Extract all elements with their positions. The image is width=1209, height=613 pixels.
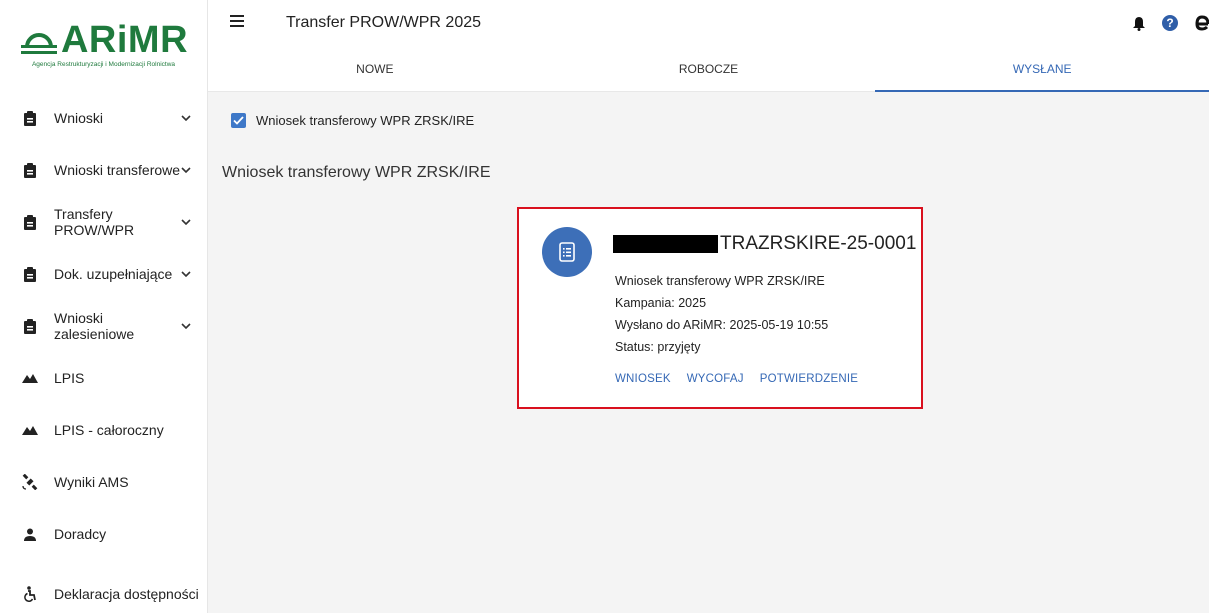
application-number: TRAZRSKIRE-25-0001 — [720, 233, 917, 254]
chevron-down-icon[interactable] — [181, 323, 195, 329]
sidebar-item-label: Doradcy — [54, 526, 107, 542]
terrain-icon — [22, 369, 38, 387]
section-title: Wniosek transferowy WPR ZRSK/IRE — [222, 164, 491, 181]
bell-icon[interactable] — [1133, 16, 1145, 31]
sent-date-text: Wysłano do ARiMR: 2025-05-19 10:55 — [615, 318, 829, 332]
main-content: Wniosek transferowy WPR ZRSK/IRE Wniosek… — [208, 93, 1209, 613]
clipboard-icon — [22, 213, 38, 231]
sidebar-item-label: Wnioski transferowe — [54, 162, 181, 178]
sidebar-item-doradcy[interactable]: Doradcy — [0, 508, 207, 560]
sidebar-item-label: Wnioski zalesieniowe — [54, 310, 135, 342]
filter-checkbox[interactable] — [231, 113, 246, 128]
redacted-identifier — [613, 235, 718, 253]
sidebar-item-label: Dok. uzupełniające — [54, 266, 173, 282]
view-application-button[interactable]: WNIOSEK — [615, 373, 671, 385]
sidebar-item-label: Wnioski — [54, 110, 104, 126]
application-type: Wniosek transferowy WPR ZRSK/IRE — [615, 274, 825, 288]
sidebar-item-deklaracja[interactable]: Deklaracja dostępności — [0, 568, 207, 613]
sidebar-item-lpis[interactable]: LPIS — [0, 352, 207, 404]
satellite-icon — [22, 473, 38, 491]
sidebar-item-label: LPIS — [54, 370, 85, 386]
confirmation-button[interactable]: POTWIERDZENIE — [760, 373, 858, 385]
tab-wyslane[interactable]: WYSŁANE — [875, 46, 1209, 92]
card-title: TRAZRSKIRE-25-0001 — [613, 233, 916, 255]
sidebar-item-dok-uzupelniajace[interactable]: Dok. uzupełniające — [0, 248, 207, 300]
chevron-down-icon[interactable] — [181, 219, 195, 225]
document-list-icon — [542, 227, 592, 277]
person-icon — [22, 525, 38, 543]
filter-row: Wniosek transferowy WPR ZRSK/IRE — [231, 113, 474, 128]
sidebar-item-wnioski-zalesieniowe[interactable]: Wnioski zalesieniowe — [0, 300, 207, 352]
brand-logo[interactable]: ARiMR Agencja Restrukturyzacji i Moderni… — [0, 0, 207, 84]
withdraw-button[interactable]: WYCOFAJ — [687, 373, 744, 385]
application-card: TRAZRSKIRE-25-0001 Wniosek transferowy W… — [517, 207, 923, 409]
menu-icon[interactable] — [230, 14, 250, 32]
sidebar-item-label: LPIS - całoroczny — [54, 422, 164, 438]
clipboard-icon — [22, 161, 38, 179]
card-actions: WNIOSEK WYCOFAJ POTWIERDZENIE — [615, 373, 858, 385]
account-icon[interactable] — [1195, 14, 1209, 32]
terrain-icon — [22, 421, 38, 439]
sidebar-item-transfery[interactable]: Transfery PROW/WPR — [0, 196, 207, 248]
clipboard-icon — [22, 109, 38, 127]
clipboard-icon — [22, 317, 38, 335]
app-header: Transfer PROW/WPR 2025 ? — [208, 0, 1209, 46]
sidebar-item-wyniki-ams[interactable]: Wyniki AMS — [0, 456, 207, 508]
brand-name: ARiMR — [60, 18, 189, 61]
card-details: Wniosek transferowy WPR ZRSK/IRE Kampani… — [615, 270, 828, 358]
header-actions: ? — [1133, 14, 1209, 32]
status-tabs: NOWE ROBOCZE WYSŁANE — [208, 46, 1209, 92]
sidebar-item-wnioski-transferowe[interactable]: Wnioski transferowe — [0, 144, 207, 196]
page-title: Transfer PROW/WPR 2025 — [286, 14, 482, 31]
sidebar-nav: Wnioski Wnioski transferowe Transfery PR… — [0, 92, 207, 613]
clipboard-icon — [22, 265, 38, 283]
filter-label: Wniosek transferowy WPR ZRSK/IRE — [256, 113, 475, 128]
campaign-text: Kampania: 2025 — [615, 296, 707, 310]
sidebar-item-label: Wyniki AMS — [54, 474, 129, 490]
tab-nowe[interactable]: NOWE — [208, 46, 542, 91]
help-icon[interactable]: ? — [1161, 14, 1179, 32]
chevron-down-icon[interactable] — [181, 167, 195, 173]
checkmark-icon — [233, 116, 244, 125]
brand-subtitle: Agencja Restrukturyzacji i Modernizacji … — [31, 60, 176, 68]
status-text: Status: przyjęty — [615, 340, 701, 354]
chevron-down-icon[interactable] — [181, 115, 195, 121]
sidebar-item-lpis-caloroczny[interactable]: LPIS - całoroczny — [0, 404, 207, 456]
tab-robocze[interactable]: ROBOCZE — [542, 46, 876, 91]
accessibility-icon — [22, 585, 38, 603]
sidebar: ARiMR Agencja Restrukturyzacji i Moderni… — [0, 0, 208, 613]
logo-mark-icon — [19, 25, 59, 55]
chevron-down-icon[interactable] — [181, 271, 195, 277]
sidebar-item-wnioski[interactable]: Wnioski — [0, 92, 207, 144]
svg-text:?: ? — [1166, 16, 1173, 30]
sidebar-item-label: Transfery PROW/WPR — [54, 206, 135, 238]
sidebar-item-label: Deklaracja dostępności — [54, 586, 199, 602]
